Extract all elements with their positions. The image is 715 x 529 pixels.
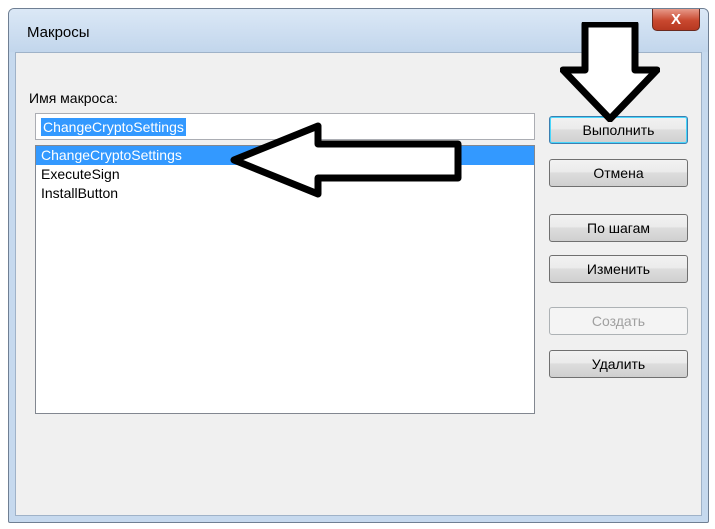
left-arrow-icon — [230, 122, 462, 198]
step-into-button[interactable]: По шагам — [549, 214, 688, 242]
down-arrow-icon — [560, 22, 660, 122]
cancel-button[interactable]: Отмена — [549, 159, 688, 187]
edit-button[interactable]: Изменить — [549, 255, 688, 283]
create-button[interactable]: Создать — [549, 307, 688, 335]
macro-name-value: ChangeCryptoSettings — [41, 118, 186, 136]
close-icon: X — [670, 11, 681, 28]
delete-button[interactable]: Удалить — [549, 350, 688, 378]
dialog-title: Макросы — [27, 24, 90, 41]
macro-name-label: Имя макроса: — [29, 90, 118, 106]
